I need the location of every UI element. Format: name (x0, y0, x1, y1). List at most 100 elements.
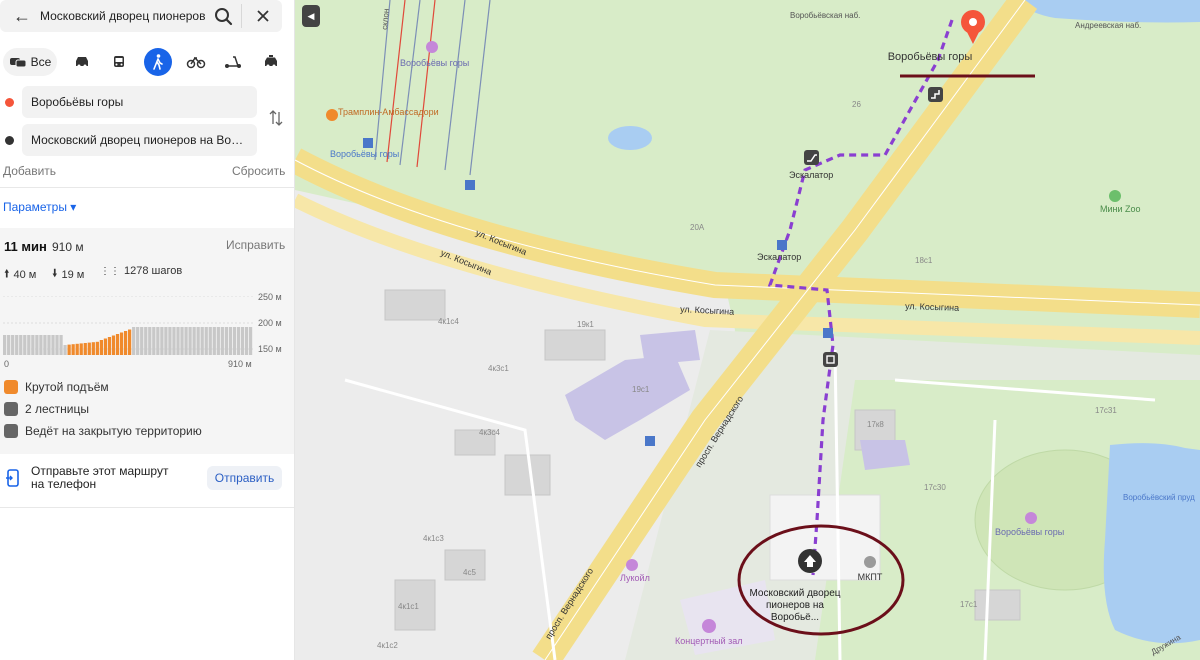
ascent-stat: 🠙 40 м (4, 265, 36, 284)
elevation-bar (47, 335, 51, 355)
house-number: 4с5 (463, 568, 476, 577)
fix-link[interactable]: Исправить (226, 238, 285, 252)
palace-square (769, 494, 881, 581)
close-icon[interactable] (250, 4, 276, 28)
arrow-up-icon: 🠙 (4, 268, 10, 280)
mode-bicycle-button[interactable] (182, 48, 210, 76)
elevation-bar (103, 338, 108, 355)
mode-bus-button[interactable] (105, 48, 133, 76)
poi-label: Концертный зал (675, 636, 743, 646)
elevation-bar (192, 327, 196, 355)
elevation-bar (11, 335, 15, 355)
house-number: 17к8 (867, 420, 884, 429)
elevation-bar (228, 327, 233, 355)
house-number: 19к1 (577, 320, 594, 329)
search-icon[interactable] (210, 4, 236, 28)
house-number: 4к3с4 (479, 428, 500, 437)
elevation-bar (140, 327, 144, 355)
reset-link[interactable]: Сбросить (232, 164, 285, 178)
elevation-bar (87, 342, 91, 355)
closed-area-icon (4, 424, 18, 438)
params-dropdown[interactable]: Параметры ▾ (3, 200, 76, 214)
scooter-icon (225, 56, 241, 68)
destination-label-3: Воробьё... (771, 611, 819, 623)
elevation-bar (220, 327, 224, 355)
elevation-bar (15, 335, 19, 355)
house-number: 20А (690, 223, 705, 232)
chart-x-end: 910 м (228, 359, 252, 369)
elevation-bar (7, 335, 11, 355)
gate-icon (823, 352, 838, 367)
elevation-bar (79, 343, 83, 355)
elevation-bar (144, 327, 148, 355)
street-label: склон (380, 8, 391, 30)
chart-y-label-250: 250 м (258, 292, 282, 302)
elevation-bar (236, 327, 241, 355)
mode-all-label: Все (30, 55, 52, 69)
lukoil-icon (626, 559, 638, 571)
tramplin-icon (326, 109, 338, 121)
chart-x-start: 0 (4, 359, 10, 369)
water-label: Воробьёвский пруд (1123, 493, 1195, 502)
elevation-bar (200, 327, 204, 355)
search-bar: ← Московский дворец пионеров и (0, 0, 282, 32)
street-label: Андреевская наб. (1075, 21, 1141, 30)
origin-text: Воробьёвы горы (31, 95, 124, 109)
house-number: 4к1с4 (438, 317, 459, 326)
search-input[interactable]: Московский дворец пионеров и (40, 9, 208, 23)
send-button[interactable]: Отправить (207, 466, 282, 490)
bus-stop-icon (465, 180, 475, 190)
elevation-bar (59, 335, 63, 355)
street-label: ул. Косыгина (905, 301, 959, 313)
mode-car-button[interactable] (68, 48, 96, 76)
steep-climb-icon (4, 380, 18, 394)
escalator-icon (804, 150, 819, 165)
elevation-bar (156, 327, 160, 355)
map[interactable]: Воробьёвы горы Воробьёвская наб. Андреев… (295, 0, 1200, 660)
elevation-bar (136, 327, 140, 355)
elevation-bar (67, 344, 71, 355)
car-icon (76, 57, 88, 68)
escalator-label: Эскалатор (789, 170, 833, 180)
add-point-link[interactable]: Добавить (3, 164, 56, 178)
warning-closed: Ведёт на закрытую территорию (4, 424, 202, 438)
elevation-bar (111, 335, 116, 355)
house-number: 17с30 (924, 483, 946, 492)
park-poi-icon-2 (1025, 512, 1037, 524)
elevation-bar (184, 327, 188, 355)
stairs-map-icon (928, 87, 943, 102)
pioneers-building (860, 440, 910, 470)
elevation-bar (172, 327, 176, 355)
mode-all-button[interactable]: Все (3, 48, 57, 76)
pin-label: Воробьёвы горы (888, 51, 973, 63)
mode-pedestrian-button[interactable] (144, 48, 172, 76)
mode-scooter-button[interactable] (219, 48, 247, 76)
back-arrow-icon[interactable]: ← (10, 4, 34, 28)
phone-icon (6, 469, 19, 487)
swap-icon[interactable] (266, 108, 286, 128)
elevation-bar (23, 335, 27, 355)
elevation-bar (119, 332, 124, 355)
origin-field[interactable]: Воробьёвы горы (22, 86, 257, 118)
destination-field[interactable]: Московский дворец пионеров на Воро... (22, 124, 257, 156)
elevation-bar (128, 329, 132, 355)
house-number: 18с1 (915, 256, 933, 265)
elevation-bar (224, 327, 228, 355)
destination-marker-icon[interactable] (798, 549, 822, 573)
mode-taxi-button[interactable] (257, 48, 285, 76)
collapse-panel-button[interactable]: ◀ (302, 5, 320, 27)
elevation-bar (152, 327, 156, 355)
elevation-bar (148, 327, 152, 355)
bus-stop-icon (823, 328, 833, 338)
elevation-bar (176, 327, 180, 355)
elevation-bar (95, 341, 99, 355)
poi-label: Воробьёвы горы (400, 58, 469, 68)
elevation-bar (180, 327, 184, 355)
poi-label: Лукойл (620, 573, 650, 583)
elevation-bar (212, 327, 216, 355)
street-label: Воробьёвская наб. (790, 11, 860, 20)
send-text: Отправьте этот маршрут на телефон (31, 464, 169, 491)
house-number: 4к1с3 (423, 534, 444, 543)
house-number: 4к1с2 (377, 641, 398, 650)
elevation-bar (168, 327, 172, 355)
